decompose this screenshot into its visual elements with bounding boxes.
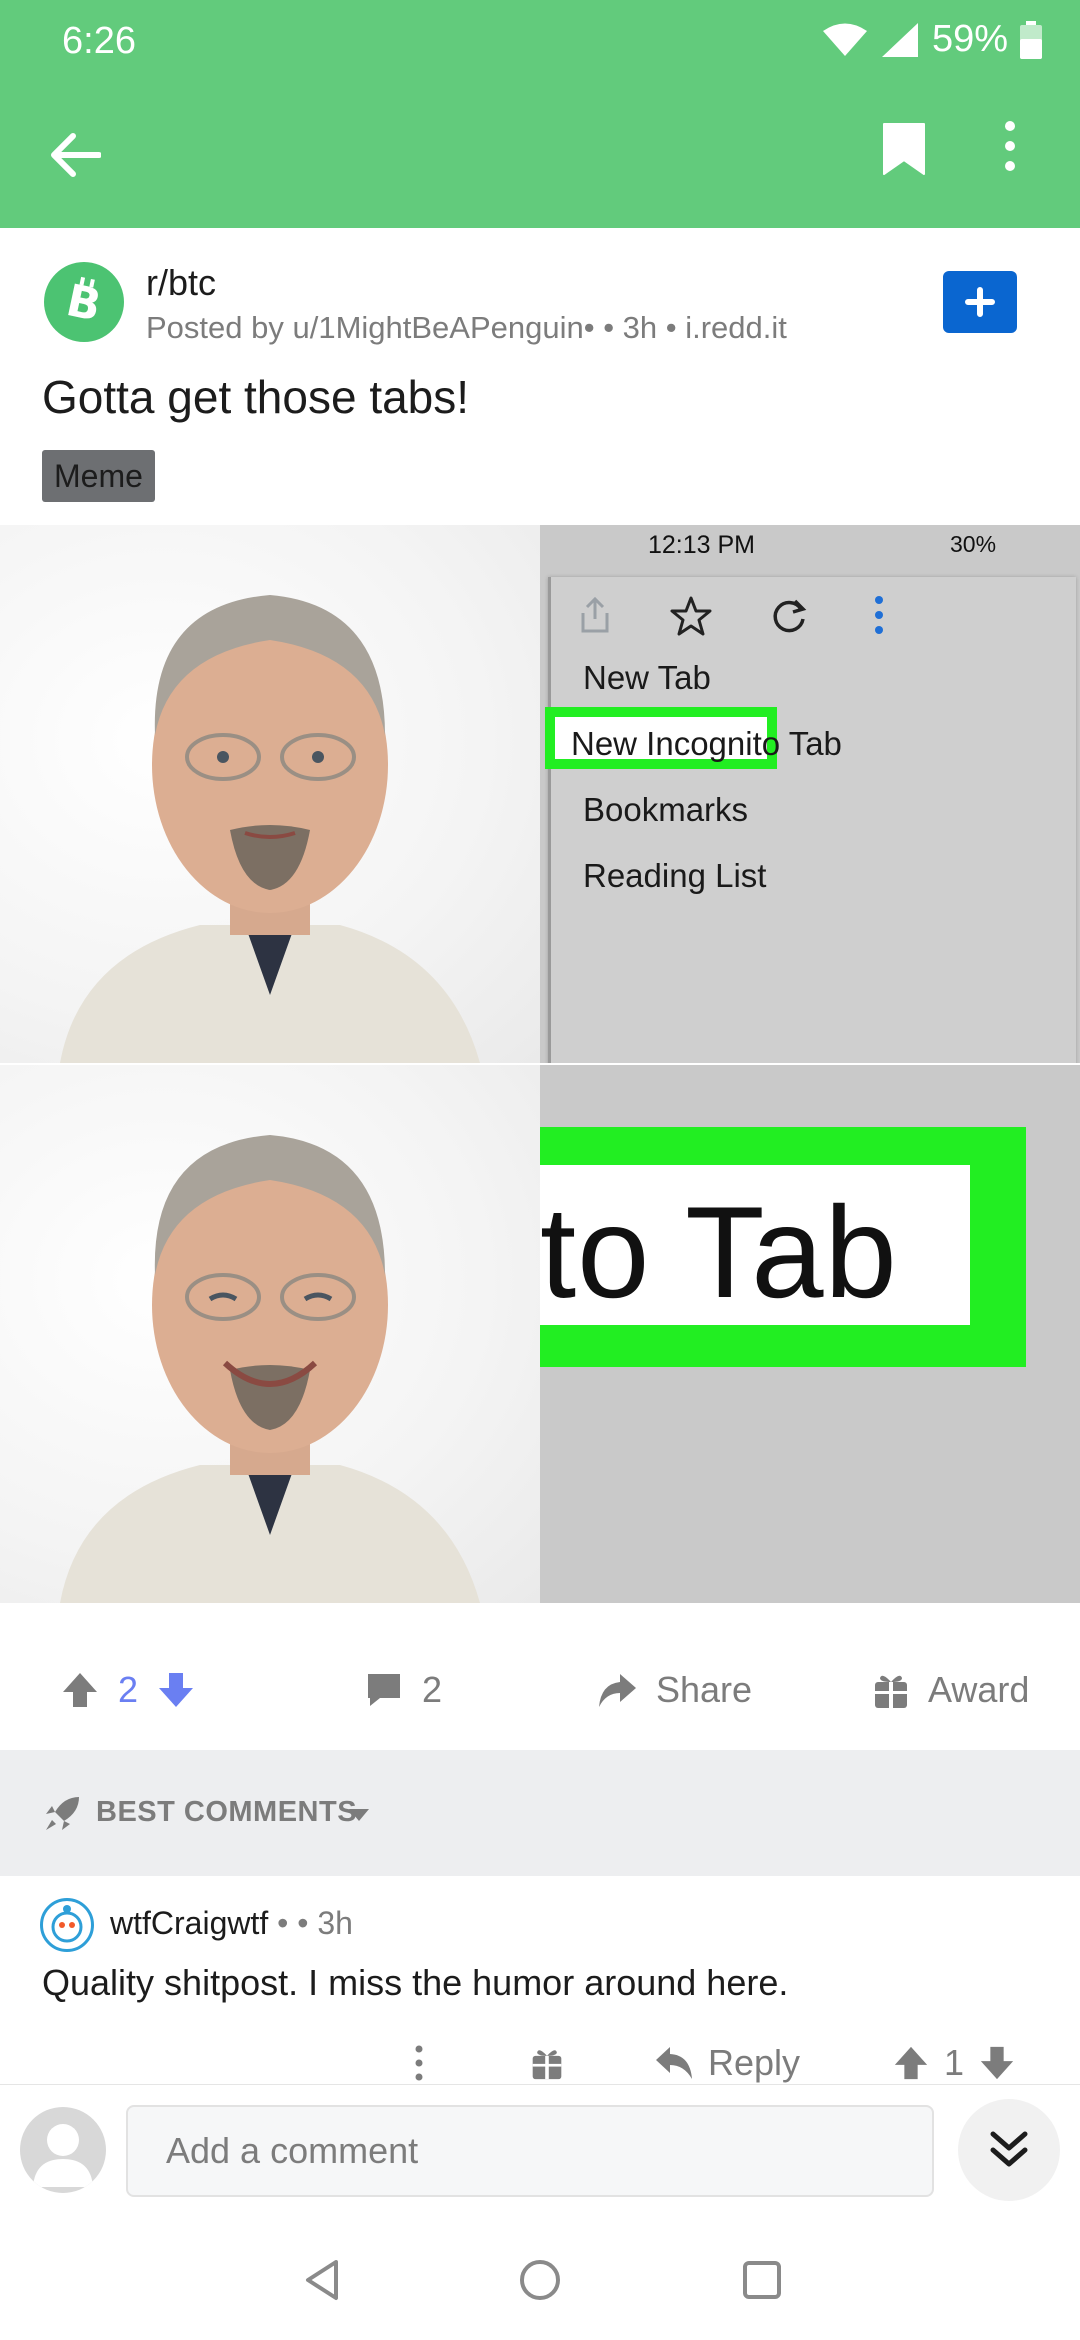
menu-item-new-incognito-tab: New Incognito Tab	[571, 725, 842, 762]
post-image[interactable]: 12:13 PM 30% New Tab New Incognito Tab B…	[0, 525, 1080, 1603]
phone-status-time: 12:13 PM	[648, 531, 756, 559]
share-icon	[581, 596, 609, 633]
rocket-icon	[46, 1797, 79, 1830]
award-label: Award	[928, 1669, 1030, 1710]
menu-item-new-tab: New Tab	[583, 659, 711, 696]
battery-icon	[1020, 20, 1042, 59]
browser-menu: New Tab New Incognito Tab Bookmarks Read…	[545, 577, 1076, 1063]
share-arrow-icon	[599, 1674, 636, 1707]
expand-comments-button[interactable]	[958, 2099, 1060, 2201]
comment-sort-bar[interactable]: BEST COMMENTS	[0, 1750, 1080, 1876]
share-button[interactable]: Share	[596, 1640, 752, 1740]
reload-icon	[773, 599, 807, 633]
comment-input[interactable]	[126, 2105, 934, 2197]
comment-composer	[0, 2084, 1080, 2220]
more-vertical-icon	[415, 2045, 423, 2081]
zoomed-incognito-tab: to Tab	[540, 1065, 1080, 1603]
downvote-icon[interactable]	[978, 2044, 1016, 2082]
plus-icon	[965, 287, 995, 317]
phone-status-battery: 30%	[950, 531, 997, 557]
more-vertical-blue-icon	[875, 596, 883, 634]
comment-body: Quality shitpost. I miss the humor aroun…	[42, 1962, 789, 2003]
zoom-text: to Tab	[540, 1179, 898, 1325]
nav-back-button[interactable]	[290, 2248, 354, 2312]
award-button[interactable]: Award	[872, 1640, 1029, 1740]
join-button[interactable]	[943, 271, 1017, 333]
reply-label: Reply	[708, 2042, 801, 2083]
status-time: 6:26	[62, 20, 136, 62]
menu-item-bookmarks: Bookmarks	[583, 791, 749, 828]
bookmark-button[interactable]	[880, 120, 940, 190]
bitcoin-icon: B	[62, 276, 105, 328]
gift-icon	[532, 2050, 562, 2080]
more-vertical-icon	[1005, 121, 1015, 171]
user-avatar[interactable]	[20, 2107, 106, 2193]
app-bar: 6:26 59%	[0, 0, 1080, 228]
vote-group: 2	[60, 1640, 196, 1740]
post-score: 2	[118, 1669, 139, 1710]
comments-button[interactable]: 2	[364, 1640, 442, 1740]
double-chevron-down-icon	[990, 2131, 1028, 2167]
comment-header: wtfCraigwtf • • 3h	[110, 1905, 353, 1942]
post-meta: Posted by u/1MightBeAPenguin• • 3h • i.r…	[146, 310, 787, 345]
upvote-icon[interactable]	[892, 2044, 930, 2082]
subreddit-name[interactable]: r/btc	[146, 262, 216, 304]
post-title: Gotta get those tabs!	[42, 371, 470, 423]
reply-icon	[656, 2047, 692, 2079]
phone-menu-screenshot: 12:13 PM 30% New Tab New Incognito Tab B…	[540, 525, 1080, 1063]
downvote-icon[interactable]	[156, 1670, 196, 1710]
comment-meta: • • 3h	[268, 1905, 353, 1941]
comment-icon	[368, 1674, 400, 1706]
subreddit-avatar[interactable]: B	[44, 262, 124, 342]
upvote-icon[interactable]	[60, 1670, 100, 1710]
commenter-username[interactable]: wtfCraigwtf	[110, 1905, 268, 1941]
gift-icon	[875, 1675, 907, 1708]
menu-item-reading-list: Reading List	[583, 857, 767, 894]
comment-count: 2	[422, 1669, 443, 1710]
nav-recents-button[interactable]	[730, 2248, 794, 2312]
post-actions: 2 2 Share Award	[0, 1640, 1080, 1740]
more-options-button[interactable]	[1000, 120, 1050, 190]
post-flair[interactable]: Meme	[42, 450, 155, 502]
share-label: Share	[656, 1669, 753, 1710]
sort-label: BEST COMMENTS	[96, 1796, 358, 1828]
back-button[interactable]	[40, 120, 110, 190]
system-nav-bar	[0, 2220, 1080, 2340]
portrait-smiling	[0, 1065, 540, 1603]
triangle-back-icon	[306, 2260, 338, 2300]
arrow-left-icon	[51, 133, 101, 177]
caret-down-icon	[349, 1809, 369, 1821]
commenter-avatar[interactable]	[40, 1898, 94, 1952]
battery-percent: 59%	[931, 18, 1008, 60]
wifi-icon	[822, 23, 867, 56]
bookmark-icon	[883, 123, 925, 175]
portrait-neutral	[0, 525, 540, 1063]
comment-score: 1	[944, 2042, 965, 2083]
status-icons: 59%	[822, 18, 1042, 61]
star-icon	[670, 596, 712, 636]
nav-home-button[interactable]	[508, 2248, 572, 2312]
square-recents-icon	[743, 2261, 781, 2299]
circle-home-icon	[520, 2260, 560, 2300]
signal-icon	[881, 22, 918, 57]
